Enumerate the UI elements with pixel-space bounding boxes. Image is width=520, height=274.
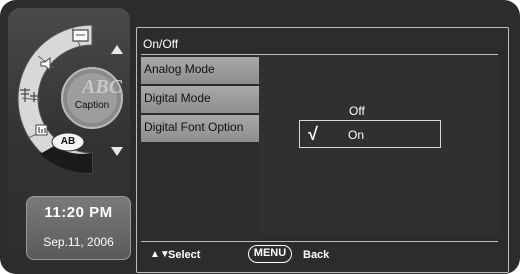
menu-item-digital-font-option[interactable]: Digital Font Option [141,115,259,142]
up-arrow-icon[interactable] [111,45,123,54]
option-on-label: On [348,128,365,142]
clock-time: 11:20 PM [44,204,113,221]
menu-button[interactable]: MENU [248,245,292,263]
option-off[interactable]: Off [349,104,365,118]
screen-icon[interactable] [72,29,89,42]
clock-date: Sep.11, 2006 [43,235,114,249]
abc-logo: ABC [80,76,123,98]
up-down-arrows-icon: ▲▼ [150,249,170,260]
osd-menu: On/Off Analog Mode Digital Mode Digital … [136,27,509,273]
ab-label: AB [60,136,76,147]
side-panel: ABC Caption AB 11:20 PM Sep.11, 2006 [8,8,131,264]
menu-item-analog-mode[interactable]: Analog Mode [141,57,259,84]
back-hint: Back [303,249,330,261]
tv-osd-frame: ABC Caption AB 11:20 PM Sep.11, 2006 On/… [0,0,520,274]
down-arrow-icon[interactable] [111,147,123,156]
option-on-selected[interactable]: √ On [299,120,441,148]
options-pane: Off √ On [259,55,499,234]
check-mark-icon: √ [308,124,318,144]
caption-label: Caption [74,100,110,111]
menu-list: Analog Mode Digital Mode Digital Font Op… [141,57,259,144]
menu-item-digital-mode[interactable]: Digital Mode [141,86,259,113]
select-hint: Select [168,249,201,261]
caption-button[interactable]: ABC [61,67,123,129]
osd-header: On/Off [141,32,498,55]
clock-box: 11:20 PM Sep.11, 2006 [26,196,131,260]
osd-footer: ▲▼ Select MENU Back [141,241,498,268]
equalizer-icon[interactable] [35,124,48,136]
header-label: On/Off [143,37,179,51]
